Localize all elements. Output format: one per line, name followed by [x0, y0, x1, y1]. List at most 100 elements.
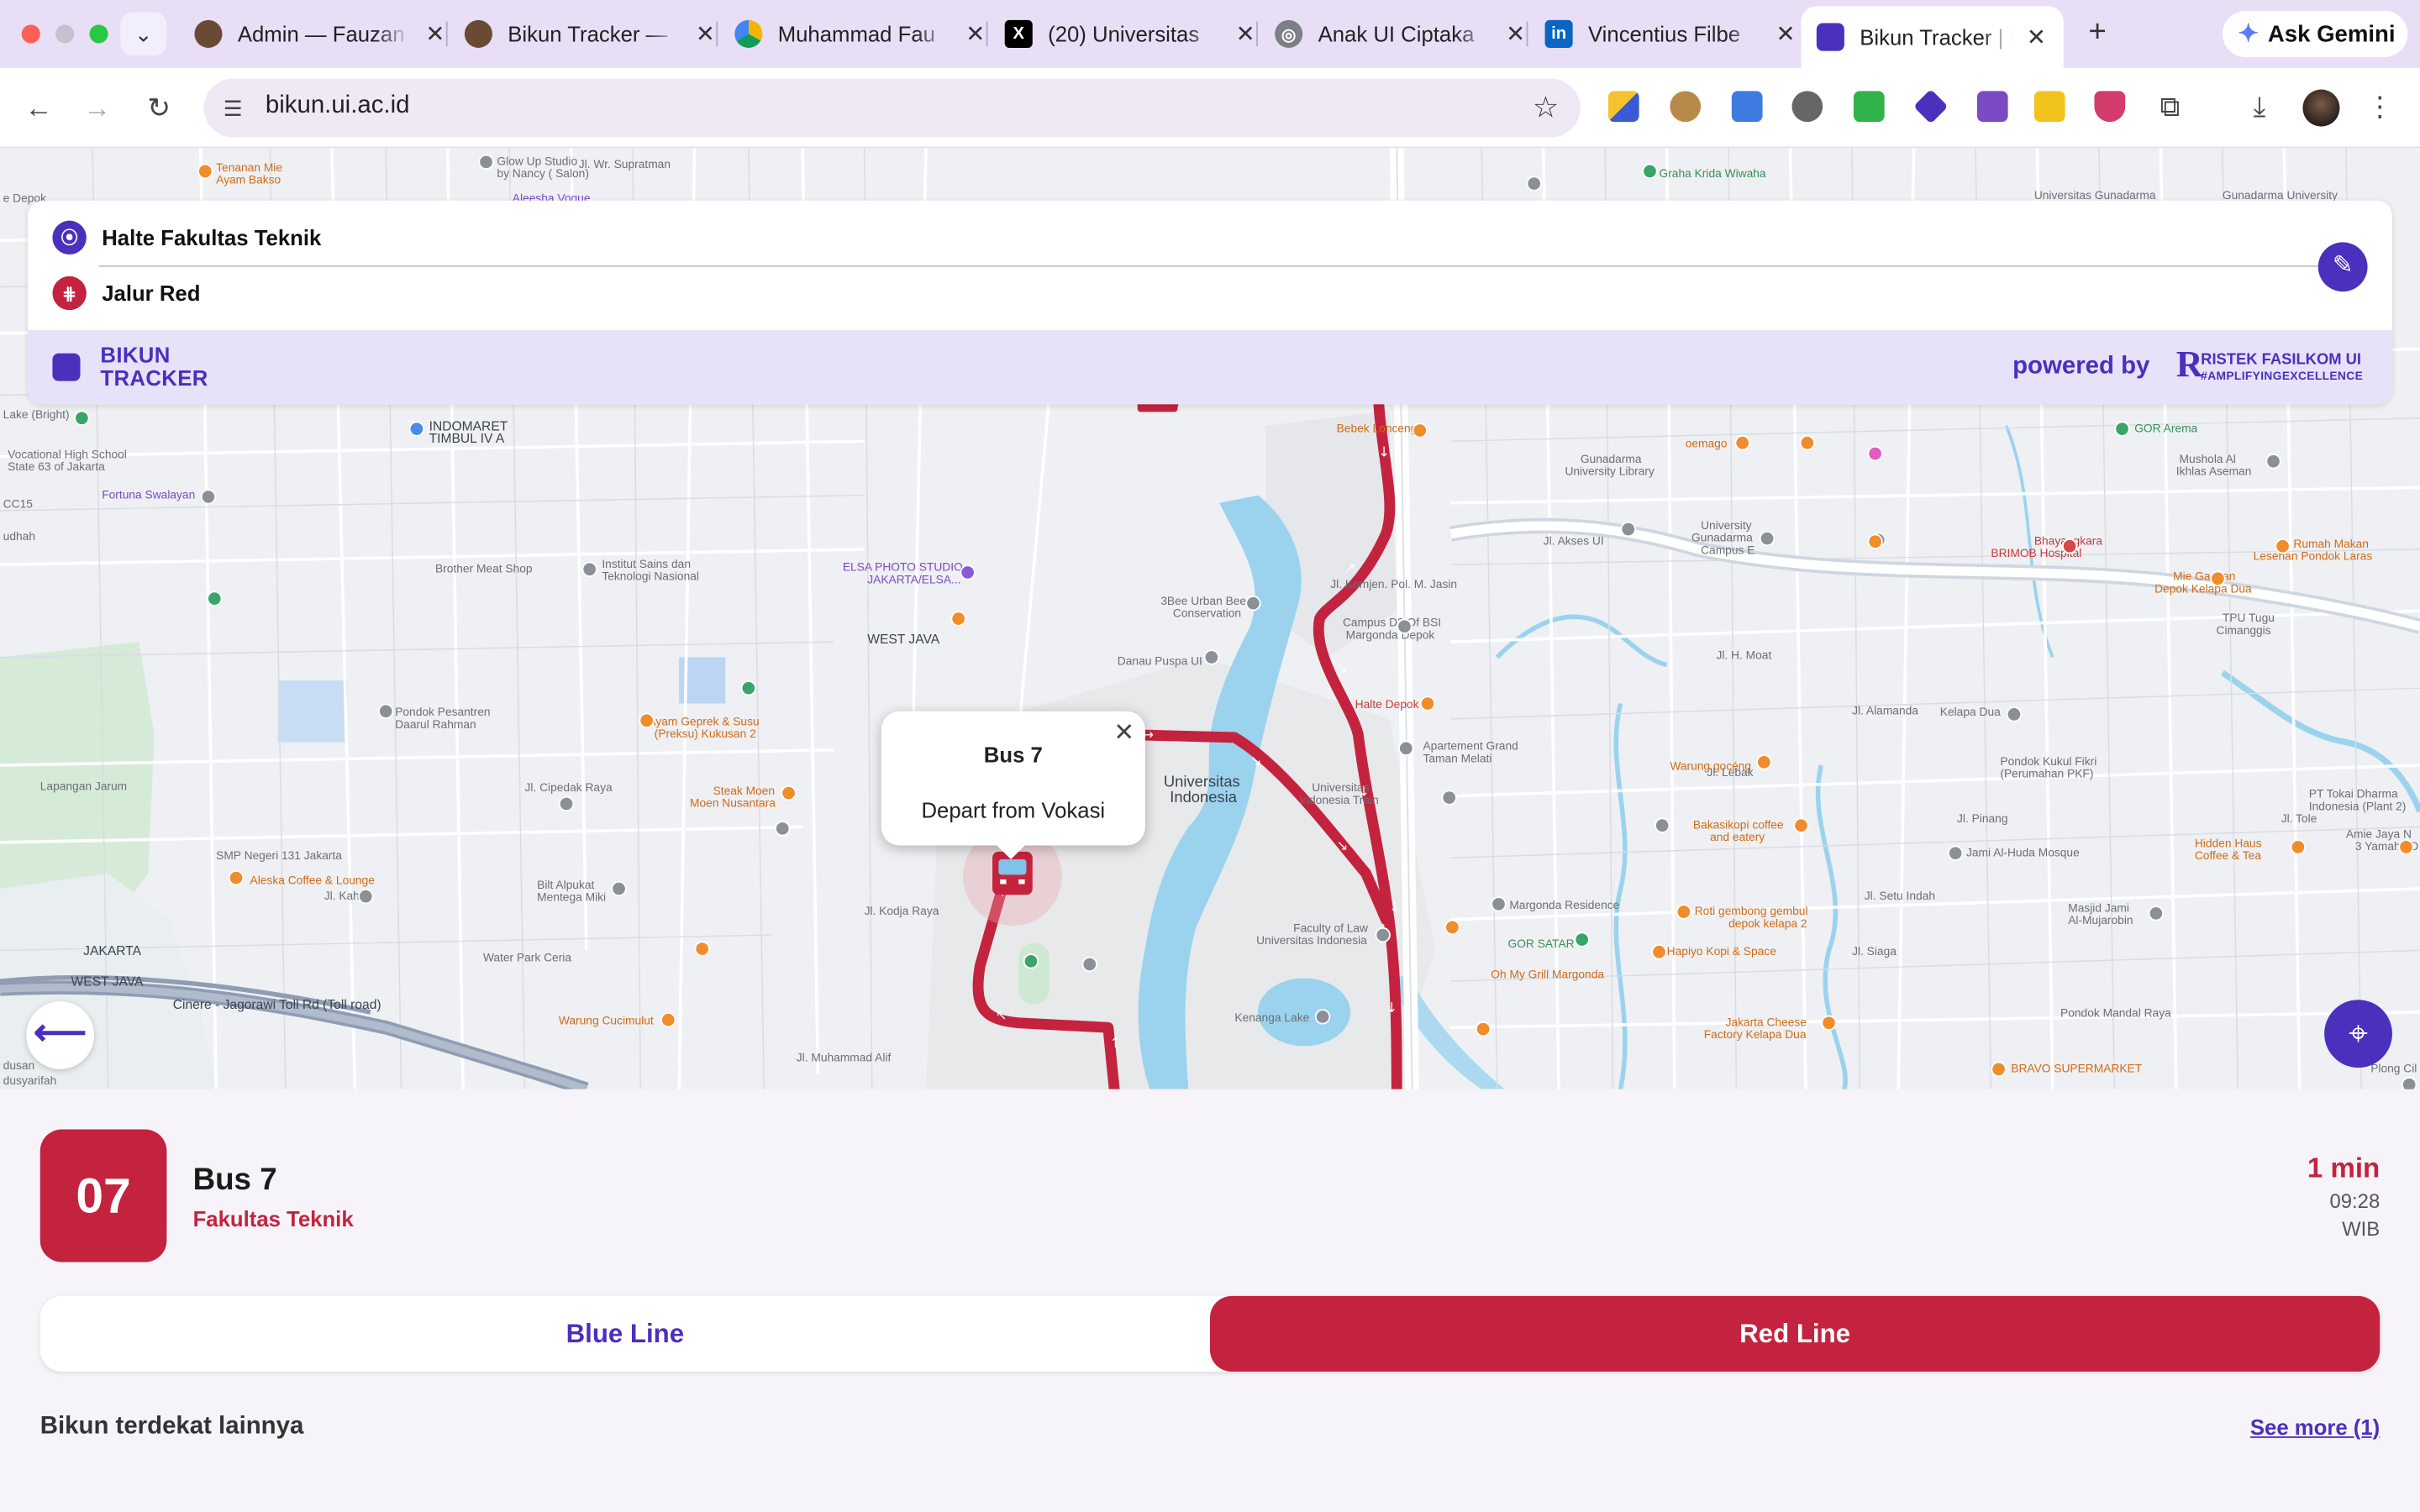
poi-pin[interactable]	[1734, 434, 1750, 451]
poi-pin[interactable]	[1574, 932, 1590, 948]
poi-pin[interactable]	[1397, 618, 1413, 634]
poi-pin[interactable]	[207, 591, 223, 606]
poi-pin[interactable]	[1444, 919, 1460, 936]
poi-pin[interactable]	[2265, 454, 2281, 470]
tab-bikun-tracker-active[interactable]: Bikun Tracker | I ✕	[1801, 6, 2064, 68]
poi-pin[interactable]	[1203, 649, 1220, 665]
window-maximize-button[interactable]	[89, 24, 108, 44]
tab-search-button[interactable]: ⌄	[120, 12, 167, 56]
poi-pin[interactable]	[1947, 845, 1964, 861]
tab-admin[interactable]: Admin — Fauzan ✕	[179, 9, 463, 59]
selected-stop-row[interactable]: ⦿ Halte Fakultas Teknik	[52, 219, 321, 256]
poi-pin[interactable]	[2401, 1077, 2417, 1089]
extensions-puzzle-icon[interactable]: ⧉	[2151, 88, 2188, 125]
poi-pin[interactable]	[358, 888, 374, 905]
profile-avatar[interactable]	[2302, 89, 2340, 127]
poi-pin[interactable]	[581, 561, 597, 577]
site-settings-icon[interactable]: ☰	[219, 94, 247, 122]
poi-pin[interactable]	[1654, 817, 1670, 833]
poi-pin[interactable]	[1441, 790, 1457, 806]
poi-pin[interactable]	[775, 821, 791, 837]
extension-4-icon[interactable]	[1791, 91, 1823, 123]
poi-pin[interactable]	[2006, 706, 2023, 722]
poi-pin[interactable]	[639, 712, 655, 728]
extension-1-icon[interactable]	[1607, 91, 1639, 123]
poi-pin[interactable]	[1419, 696, 1436, 711]
poi-pin[interactable]	[950, 611, 966, 627]
back-arrow-icon[interactable]: ←	[18, 88, 59, 129]
poi-pin[interactable]	[960, 564, 976, 580]
poi-pin[interactable]	[1245, 595, 1261, 612]
close-icon[interactable]: ✕	[2024, 24, 2048, 50]
close-icon[interactable]: ✕	[423, 20, 447, 48]
extension-3-icon[interactable]	[1731, 91, 1763, 123]
poi-pin[interactable]	[1991, 1061, 2007, 1078]
url-text[interactable]: bikun.ui.ac.id	[266, 92, 410, 120]
poi-pin[interactable]	[781, 785, 797, 801]
poi-pin[interactable]	[2275, 538, 2291, 554]
locate-me-button[interactable]: ⌖	[2324, 1000, 2392, 1068]
poi-pin[interactable]	[1023, 953, 1039, 969]
close-icon[interactable]: ✕	[1113, 717, 1134, 748]
red-line-button[interactable]: Red Line	[1210, 1295, 2381, 1372]
poi-pin[interactable]	[200, 489, 217, 505]
new-tab-button[interactable]: +	[2081, 15, 2114, 49]
cookie-icon[interactable]	[1670, 91, 1702, 123]
window-minimize-button[interactable]	[55, 24, 75, 44]
extension-6-icon[interactable]	[1912, 88, 1949, 124]
address-bar[interactable]: ☰ bikun.ui.ac.id ☆	[203, 78, 1581, 138]
blue-line-button[interactable]: Blue Line	[40, 1296, 1210, 1372]
poi-pin[interactable]	[740, 680, 757, 696]
poi-pin[interactable]	[2148, 906, 2165, 921]
tab-x[interactable]: X (20) Universitas ✕	[989, 9, 1273, 59]
poi-pin[interactable]	[558, 795, 575, 812]
poi-pin[interactable]	[611, 880, 627, 897]
close-icon[interactable]: ✕	[1503, 20, 1528, 48]
poi-pin[interactable]	[1821, 1015, 1837, 1031]
poi-pin[interactable]	[74, 410, 90, 426]
shield-icon[interactable]	[2094, 91, 2126, 123]
tab-linkedin[interactable]: in Vincentius Filbe ✕	[1529, 9, 1813, 59]
back-button[interactable]: ⟵	[26, 1001, 95, 1069]
extension-7-icon[interactable]	[1976, 91, 2008, 123]
selected-route-row[interactable]: ⋕ Jalur Red	[52, 275, 200, 312]
poi-pin[interactable]	[2290, 839, 2307, 855]
poi-pin[interactable]	[694, 941, 710, 957]
poi-pin[interactable]	[2210, 570, 2226, 586]
bookmark-star-icon[interactable]: ☆	[1533, 91, 1559, 126]
close-icon[interactable]: ✕	[693, 20, 718, 48]
window-close-button[interactable]	[21, 24, 40, 44]
poi-pin[interactable]	[1491, 896, 1507, 912]
ask-gemini-button[interactable]: ✦ Ask Gemini	[2222, 10, 2408, 57]
close-icon[interactable]: ✕	[1773, 20, 1797, 48]
extension-5-icon[interactable]	[1853, 91, 1885, 123]
poi-pin[interactable]	[660, 1011, 676, 1028]
poi-pin[interactable]	[1412, 423, 1428, 438]
tab-drive[interactable]: Muhammad Fau ✕	[719, 9, 1003, 59]
menu-dots-icon[interactable]: ⋮	[2361, 88, 2398, 125]
poi-pin[interactable]	[1676, 904, 1692, 920]
poi-pin[interactable]	[1398, 740, 1414, 757]
poi-pin[interactable]	[1620, 521, 1636, 538]
poi-pin[interactable]	[1081, 956, 1097, 973]
poi-pin[interactable]	[1651, 944, 1667, 960]
close-icon[interactable]: ✕	[963, 20, 987, 48]
edit-button[interactable]: ✎	[2317, 242, 2368, 292]
poi-pin[interactable]	[378, 703, 394, 719]
poi-pin[interactable]	[228, 869, 245, 886]
poi-pin[interactable]	[1642, 163, 1658, 180]
poi-pin[interactable]	[478, 154, 494, 171]
download-icon[interactable]: ⤓	[2241, 88, 2278, 125]
poi-pin[interactable]	[197, 163, 213, 180]
poi-pin[interactable]	[1375, 927, 1391, 943]
poi-pin[interactable]	[1793, 817, 1809, 833]
poi-pin[interactable]	[2398, 839, 2414, 855]
see-more-link[interactable]: See more (1)	[2250, 1415, 2380, 1439]
poi-pin[interactable]	[1314, 1009, 1331, 1025]
poi-pin[interactable]	[1799, 434, 1816, 451]
poi-pin[interactable]	[1867, 445, 1883, 462]
poi-pin[interactable]	[2114, 421, 2130, 437]
tab-anak-ui[interactable]: ◎ Anak UI Ciptaka ✕	[1260, 9, 1544, 59]
poi-pin[interactable]	[1756, 754, 1772, 770]
extension-8-icon[interactable]	[2033, 91, 2065, 123]
